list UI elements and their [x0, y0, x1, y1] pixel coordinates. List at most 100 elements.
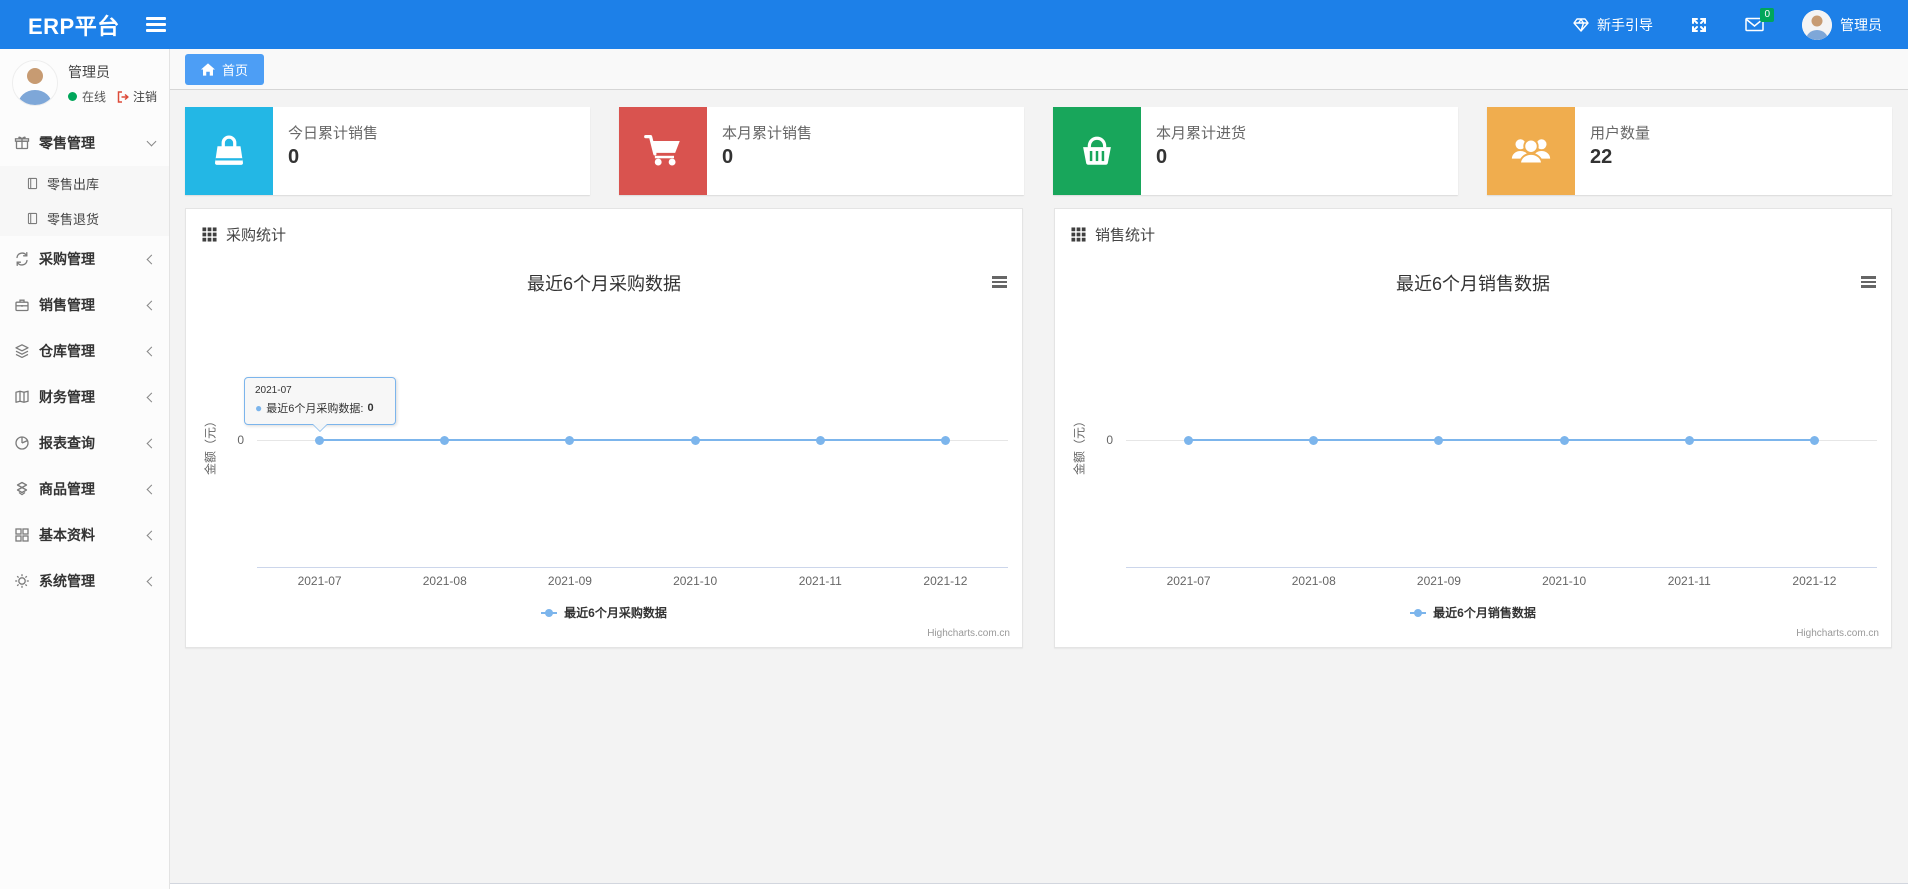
book-icon — [14, 389, 30, 405]
sidebar: 管理员 在线 注销 零售管理 零售出库 零售退货 采购管理 销售管理 仓库管理 … — [0, 49, 170, 889]
plot-area: 2021-07 2021-08 2021-09 2021-10 2021-11 … — [257, 257, 1008, 647]
sidebar-item-retail-return[interactable]: 零售退货 — [0, 201, 169, 236]
stat-card-value: 0 — [722, 146, 734, 168]
guide-button[interactable]: 新手引导 — [1573, 15, 1653, 35]
sidebar-item-finance[interactable]: 财务管理 — [0, 374, 169, 420]
cubes-icon — [14, 481, 30, 497]
stat-card-value: 0 — [1156, 146, 1168, 168]
sidebar-item-sales[interactable]: 销售管理 — [0, 282, 169, 328]
sidebar-item-system[interactable]: 系统管理 — [0, 558, 169, 604]
main-area: 首页 今日累计销售 0 本月累计销售 0 本月累计进货 0 用户数量 22 采购… — [170, 49, 1908, 889]
purchase-chart: 最近6个月采购数据 金额（元） 0 2021-07 2021-08 2021-0… — [186, 257, 1022, 647]
x-tick: 2021-07 — [297, 574, 342, 588]
chevron-left-icon — [146, 254, 157, 264]
sidebar-menu: 零售管理 零售出库 零售退货 采购管理 销售管理 仓库管理 财务管理 报表查询 … — [0, 120, 169, 604]
erp-app: ERP平台 新手引导 0 管理员 管理员 在线 注销 零售管理 零售出库 零售退… — [0, 0, 1908, 889]
shopping-bag-icon — [185, 107, 273, 195]
x-tick: 2021-09 — [1416, 574, 1461, 588]
sidebar-toggle-button[interactable] — [145, 14, 166, 36]
user-avatar-large — [12, 60, 58, 106]
chart-panels-row: 采购统计 最近6个月采购数据 金额（元） 0 2021-07 2021-08 2… — [185, 208, 1892, 648]
data-point[interactable] — [1809, 436, 1819, 445]
sidebar-item-reports[interactable]: 报表查询 — [0, 420, 169, 466]
sidebar-item-retail[interactable]: 零售管理 — [0, 120, 169, 166]
tooltip-category: 2021-07 — [255, 385, 292, 396]
stat-card-month-sales: 本月累计销售 0 — [619, 107, 1024, 195]
logout-link[interactable]: 注销 — [117, 88, 157, 105]
chart-tooltip: 2021-07 ● 最近6个月采购数据: 0 — [244, 377, 396, 432]
chevron-left-icon — [146, 530, 157, 540]
series-markers — [257, 436, 1008, 445]
panel-title: 采购统计 — [226, 227, 287, 244]
chevron-down-icon — [146, 136, 157, 147]
sidebar-item-warehouse[interactable]: 仓库管理 — [0, 328, 169, 374]
retail-submenu: 零售出库 零售退货 — [0, 166, 169, 236]
sidebar-item-purchase[interactable]: 采购管理 — [0, 236, 169, 282]
data-point[interactable] — [1434, 436, 1444, 445]
user-avatar-small — [1802, 9, 1832, 40]
sidebar-item-label: 仓库管理 — [39, 343, 95, 359]
plot-area: 2021-07 2021-08 2021-09 2021-10 2021-11 … — [1126, 257, 1877, 647]
panel-title: 销售统计 — [1095, 227, 1156, 244]
journal-icon — [26, 212, 39, 225]
sidebar-item-basic-data[interactable]: 基本资料 — [0, 512, 169, 558]
chevron-left-icon — [146, 346, 157, 356]
data-point[interactable] — [1684, 436, 1694, 445]
journal-icon — [26, 177, 39, 190]
highcharts-credit[interactable]: Highcharts.com.cn — [1796, 628, 1879, 639]
data-point[interactable] — [1184, 436, 1194, 445]
data-point[interactable] — [940, 436, 950, 445]
stat-card-label: 本月累计销售 — [722, 125, 813, 142]
legend-marker-icon — [1410, 608, 1427, 617]
sidebar-item-label: 报表查询 — [39, 435, 95, 451]
data-point[interactable] — [1559, 436, 1569, 445]
data-point[interactable] — [440, 436, 450, 445]
sidebar-user-name: 管理员 — [68, 64, 110, 80]
sidebar-item-label: 系统管理 — [39, 573, 95, 589]
stat-card-value: 0 — [288, 146, 300, 168]
user-menu[interactable]: 管理员 — [1802, 9, 1882, 40]
home-icon — [201, 62, 215, 76]
data-point[interactable] — [315, 436, 325, 445]
online-status-dot — [68, 92, 77, 101]
th-grid-icon — [1071, 227, 1086, 242]
highcharts-credit[interactable]: Highcharts.com.cn — [927, 628, 1010, 639]
sidebar-item-label: 财务管理 — [39, 389, 95, 405]
series-markers — [1126, 436, 1877, 445]
fullscreen-button[interactable] — [1691, 17, 1707, 33]
legend-item[interactable]: 最近6个月采购数据 — [186, 604, 1022, 621]
messages-button[interactable]: 0 — [1745, 8, 1774, 32]
stat-card-value: 22 — [1590, 146, 1613, 168]
tab-bar: 首页 — [170, 49, 1908, 90]
legend-item[interactable]: 最近6个月销售数据 — [1055, 604, 1891, 621]
chevron-left-icon — [146, 300, 157, 310]
x-tick: 2021-10 — [673, 574, 718, 588]
data-point[interactable] — [815, 436, 825, 445]
data-point[interactable] — [565, 436, 575, 445]
footer-divider — [170, 883, 1908, 889]
data-point[interactable] — [1309, 436, 1319, 445]
x-tick: 2021-12 — [923, 574, 968, 588]
stat-card-today-sales: 今日累计销售 0 — [185, 107, 590, 195]
basket-icon — [1053, 107, 1141, 195]
sidebar-item-retail-outbound[interactable]: 零售出库 — [0, 166, 169, 201]
refresh-icon — [14, 251, 30, 267]
legend-marker-icon — [541, 608, 558, 617]
x-axis-line — [257, 567, 1008, 568]
tooltip-series-dot: ● — [255, 401, 263, 415]
stat-card-user-count: 用户数量 22 — [1487, 107, 1892, 195]
sidebar-item-label: 零售退货 — [47, 212, 100, 227]
y-axis-tick: 0 — [1106, 433, 1113, 447]
chevron-left-icon — [146, 438, 157, 448]
guide-label: 新手引导 — [1597, 16, 1653, 33]
online-status-label: 在线 — [82, 90, 107, 104]
x-tick: 2021-08 — [422, 574, 467, 588]
sidebar-item-goods[interactable]: 商品管理 — [0, 466, 169, 512]
th-grid-icon — [202, 227, 217, 242]
data-point[interactable] — [690, 436, 700, 445]
app-title: ERP平台 — [28, 13, 120, 39]
panel-header: 采购统计 — [186, 209, 1022, 257]
stat-card-label: 用户数量 — [1590, 125, 1651, 142]
tab-home[interactable]: 首页 — [185, 53, 265, 85]
layers-icon — [14, 343, 30, 359]
